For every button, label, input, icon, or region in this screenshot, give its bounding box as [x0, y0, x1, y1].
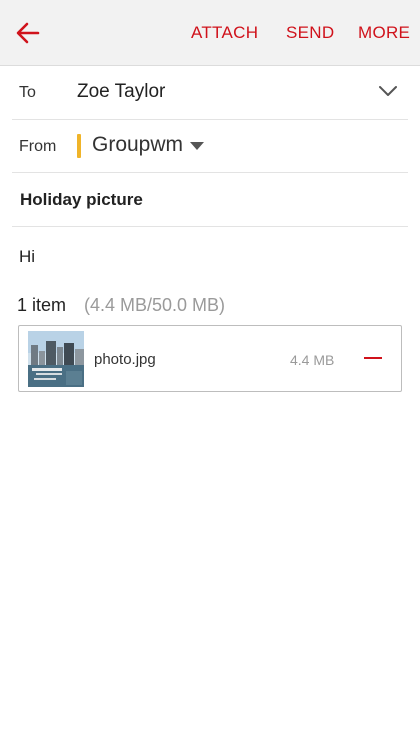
back-arrow-icon[interactable] [14, 19, 42, 47]
subject-row: Holiday picture [12, 173, 408, 227]
more-button[interactable]: MORE [358, 23, 410, 43]
from-label: From [19, 138, 57, 155]
attachment-count: 1 item [17, 295, 67, 315]
from-account-selector[interactable]: Groupwm [92, 133, 183, 157]
photo-thumbnail [28, 331, 84, 387]
from-row: From Groupwm [12, 120, 408, 173]
send-button[interactable]: SEND [286, 23, 334, 43]
attach-button[interactable]: ATTACH [191, 23, 258, 43]
subject-field[interactable]: Holiday picture [20, 190, 143, 210]
message-body[interactable]: Hi [19, 247, 35, 267]
to-row: To Zoe Taylor [12, 66, 408, 120]
remove-attachment-minus-icon[interactable] [364, 357, 382, 359]
account-color-indicator [77, 134, 81, 158]
to-recipient-field[interactable]: Zoe Taylor [77, 81, 165, 103]
chevron-down-icon[interactable] [378, 84, 398, 98]
to-label: To [19, 84, 36, 101]
attachment-item[interactable]: photo.jpg 4.4 MB [18, 325, 402, 392]
attachment-size-summary: (4.4 MB/50.0 MB) [84, 295, 226, 315]
top-toolbar: ATTACH SEND MORE [0, 0, 420, 66]
attachment-filename: photo.jpg [94, 351, 156, 368]
caret-down-icon[interactable] [190, 142, 204, 150]
attachment-filesize: 4.4 MB [290, 352, 335, 368]
